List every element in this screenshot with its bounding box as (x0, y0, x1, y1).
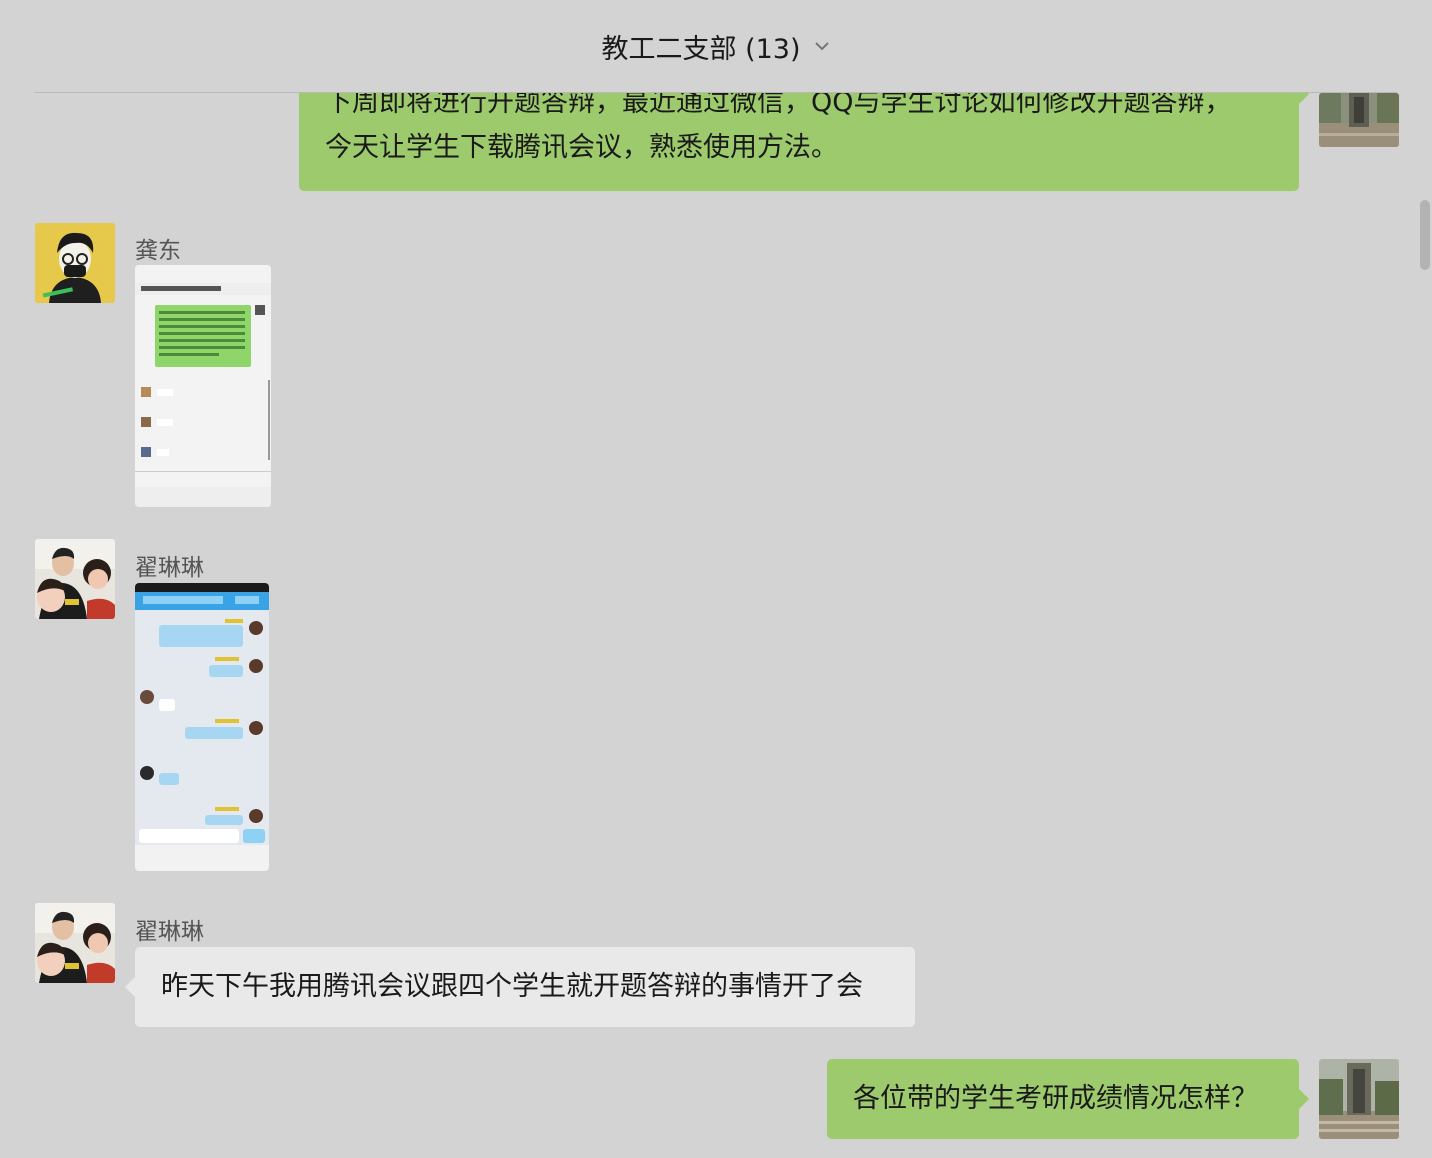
avatar-zhailinlin[interactable] (35, 539, 115, 619)
image-message[interactable] (135, 265, 271, 507)
scrollbar-thumb[interactable] (1420, 200, 1430, 270)
group-title-button[interactable]: 教工二支部 (13) (601, 27, 830, 66)
sender-name: 龚东 (135, 238, 181, 264)
message-text-line1: 下周即将进行开题答辩，最近通过微信，QQ与学生讨论如何修改开题答辩， (325, 93, 1232, 118)
sender-name: 翟琳琳 (135, 555, 204, 581)
avatar-gongdong[interactable] (35, 223, 115, 303)
message-bubble-outgoing[interactable]: 下周即将进行开题答辩，最近通过微信，QQ与学生讨论如何修改开题答辩， 今天让学生… (299, 93, 1309, 191)
group-title: 教工二支部 (13) (601, 33, 801, 65)
avatar-me[interactable] (1319, 93, 1399, 147)
message-bubble-outgoing[interactable]: 各位带的学生考研成绩情况怎样？ (827, 1059, 1309, 1139)
message-text-line2: 今天让学生下载腾讯会议，熟悉使用方法。 (325, 132, 838, 163)
avatar-me[interactable] (1319, 1059, 1399, 1139)
image-message[interactable] (135, 583, 269, 871)
sender-name: 翟琳琳 (135, 919, 204, 945)
chat-header: 教工二支部 (13) (0, 0, 1432, 92)
avatar-zhailinlin[interactable] (35, 903, 115, 983)
message-text: 昨天下午我用腾讯会议跟四个学生就开题答辩的事情开了会 (161, 971, 863, 1002)
chevron-down-icon (814, 42, 829, 51)
message-text: 各位带的学生考研成绩情况怎样？ (853, 1083, 1258, 1114)
message-list[interactable]: 下周即将进行开题答辩，最近通过微信，QQ与学生讨论如何修改开题答辩， 今天让学生… (0, 93, 1432, 1158)
message-bubble-incoming[interactable]: 昨天下午我用腾讯会议跟四个学生就开题答辩的事情开了会 (125, 947, 915, 1027)
